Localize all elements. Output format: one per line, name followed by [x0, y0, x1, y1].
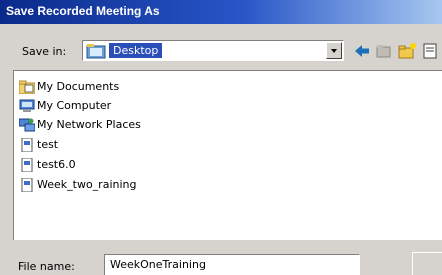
file-name-label: File name:: [18, 260, 75, 273]
list-item-label: test: [37, 138, 59, 151]
save-in-label: Save in:: [22, 45, 67, 58]
list-item-label: My Documents: [37, 80, 120, 93]
file-list[interactable]: My Documents My Computer My Network Plac…: [13, 70, 442, 240]
back-arrow-icon[interactable]: [352, 42, 372, 60]
save-in-value: Desktop: [109, 43, 163, 58]
file-name-value: WeekOneTraining: [110, 258, 206, 271]
file-name-input[interactable]: WeekOneTraining: [104, 254, 360, 275]
my-computer-icon: [19, 99, 35, 113]
my-documents-icon: [18, 80, 36, 95]
file-icon: [19, 137, 35, 153]
network-places-icon: [18, 118, 36, 132]
up-folder-icon[interactable]: [374, 42, 394, 60]
save-in-dropdown[interactable]: Desktop: [82, 40, 344, 61]
chevron-down-icon[interactable]: [326, 42, 342, 59]
list-item-label: My Network Places: [37, 118, 141, 131]
list-item-label: Week_two_raining: [37, 178, 137, 191]
file-icon: [19, 157, 35, 173]
view-menu-icon[interactable]: [420, 42, 442, 60]
new-folder-icon[interactable]: [397, 42, 417, 60]
dialog-title: Save Recorded Meeting As: [6, 4, 160, 18]
list-item-label: test6.0: [37, 158, 76, 171]
title-bar: Save Recorded Meeting As: [0, 0, 442, 24]
save-button[interactable]: [412, 252, 442, 275]
list-item-label: My Computer: [37, 99, 112, 112]
desktop-folder-icon: [86, 43, 106, 62]
file-icon: [19, 177, 35, 193]
